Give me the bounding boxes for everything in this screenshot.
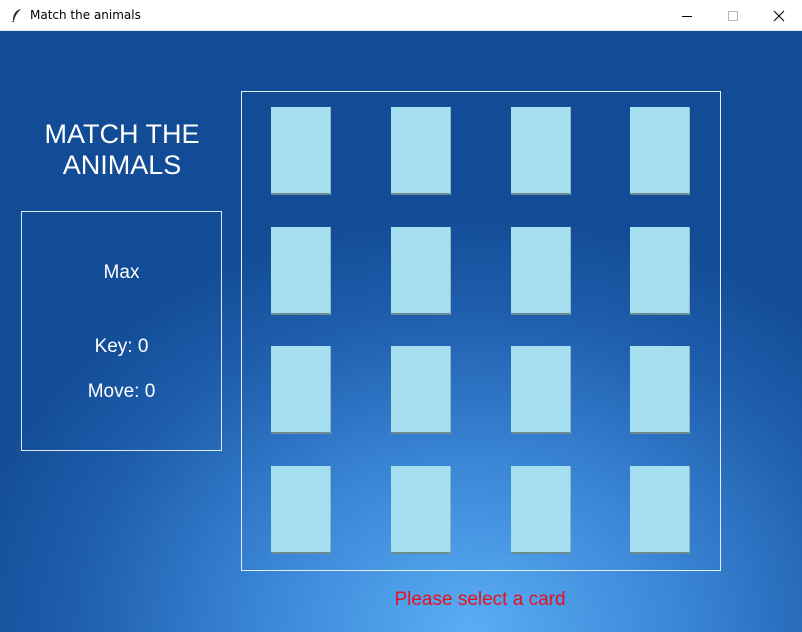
card[interactable] [271, 346, 331, 434]
card[interactable] [391, 227, 451, 315]
card[interactable] [511, 466, 571, 554]
close-button[interactable] [756, 0, 802, 31]
card[interactable] [511, 346, 571, 434]
card-board [241, 91, 721, 571]
card[interactable] [391, 107, 451, 195]
card[interactable] [511, 107, 571, 195]
window-title: Match the animals [30, 8, 141, 22]
status-message: Please select a card [394, 589, 566, 610]
card[interactable] [630, 466, 690, 554]
feather-icon [11, 9, 21, 22]
title-bar: Match the animals [0, 0, 802, 31]
card[interactable] [630, 227, 690, 315]
maximize-button[interactable] [710, 0, 756, 31]
card[interactable] [271, 107, 331, 195]
game-title: MATCH THE ANIMALS [44, 119, 200, 180]
move-counter: Move: 0 [87, 381, 156, 402]
card[interactable] [271, 227, 331, 315]
card[interactable] [391, 466, 451, 554]
player-name: Max [103, 262, 140, 283]
card[interactable] [271, 466, 331, 554]
key-counter: Key: 0 [94, 336, 149, 357]
maximize-icon [728, 10, 738, 21]
card[interactable] [630, 107, 690, 195]
minimize-icon [682, 15, 692, 17]
player-info-panel: Max Key: 0 Move: 0 [21, 211, 222, 451]
minimize-button[interactable] [664, 0, 710, 31]
card[interactable] [511, 227, 571, 315]
card[interactable] [630, 346, 690, 434]
app-window: Match the animals MATCH THE ANIMALS Max … [0, 0, 802, 632]
card[interactable] [391, 346, 451, 434]
close-icon [773, 10, 785, 21]
